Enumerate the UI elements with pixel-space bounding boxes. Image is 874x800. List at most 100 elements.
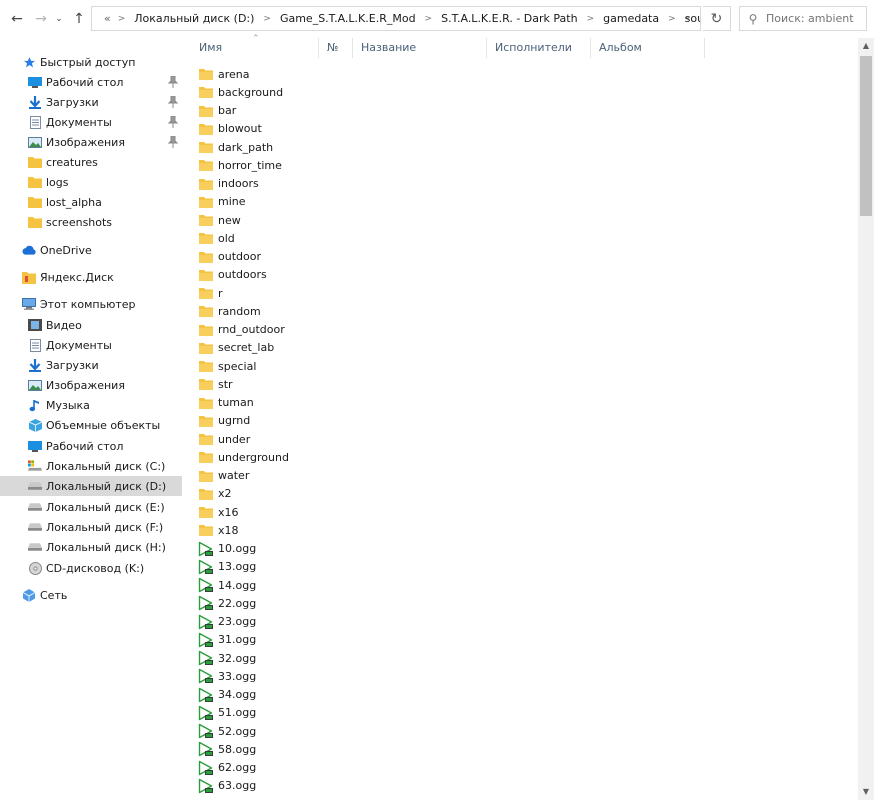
- file-row-folder[interactable]: blowout: [190, 120, 490, 138]
- nav-quick-access[interactable]: Быстрый доступ: [0, 52, 182, 72]
- recent-locations-button[interactable]: ⌄: [52, 9, 66, 29]
- column-name[interactable]: Имя: [190, 38, 318, 58]
- scrollbar-thumb[interactable]: [860, 56, 872, 216]
- nav-label: Музыка: [46, 398, 90, 412]
- nav-network[interactable]: Сеть: [0, 585, 182, 605]
- file-row-audio[interactable]: 62.ogg: [190, 759, 490, 777]
- nav-item-desktop[interactable]: Рабочий стол: [0, 72, 182, 92]
- file-row-folder[interactable]: secret_lab: [190, 339, 490, 357]
- file-row-audio[interactable]: 63.ogg: [190, 777, 490, 795]
- nav-item-drive-f[interactable]: Локальный диск (F:): [0, 517, 182, 537]
- nav-item-drive-h[interactable]: Локальный диск (H:): [0, 537, 182, 557]
- nav-item-documents[interactable]: Документы: [0, 112, 182, 132]
- file-row-folder[interactable]: x2: [190, 485, 490, 503]
- file-row-audio[interactable]: 10.ogg: [190, 540, 490, 558]
- search-input[interactable]: [766, 12, 862, 25]
- file-row-audio[interactable]: 34.ogg: [190, 686, 490, 704]
- breadcrumb-item[interactable]: Game_S.T.A.L.K.E.R_Mod: [279, 12, 417, 25]
- nav-item-music[interactable]: Музыка: [0, 395, 182, 415]
- file-row-folder[interactable]: background: [190, 83, 490, 101]
- file-row-audio[interactable]: 51.ogg: [190, 704, 490, 722]
- breadcrumb-item[interactable]: S.T.A.L.K.E.R. - Dark Path: [440, 12, 578, 25]
- file-row-folder[interactable]: arena: [190, 65, 490, 83]
- nav-item-logs[interactable]: logs: [0, 172, 182, 192]
- nav-item-screenshots[interactable]: screenshots: [0, 212, 182, 232]
- file-row-audio[interactable]: 32.ogg: [190, 649, 490, 667]
- nav-onedrive[interactable]: OneDrive: [0, 240, 182, 260]
- file-row-folder[interactable]: str: [190, 375, 490, 393]
- file-row-audio[interactable]: 31.ogg: [190, 631, 490, 649]
- file-row-audio[interactable]: 22.ogg: [190, 594, 490, 612]
- file-row-folder[interactable]: mine: [190, 193, 490, 211]
- nav-item-pc-pictures[interactable]: Изображения: [0, 375, 182, 395]
- file-row-folder[interactable]: indoors: [190, 175, 490, 193]
- file-row-audio[interactable]: 58.ogg: [190, 740, 490, 758]
- column-album[interactable]: Альбом: [590, 38, 704, 58]
- nav-item-pc-documents[interactable]: Документы: [0, 335, 182, 355]
- address-history-icon[interactable]: ⌄: [684, 11, 692, 22]
- nav-item-3d-objects[interactable]: Объемные объекты: [0, 415, 182, 435]
- nav-item-lost-alpha[interactable]: lost_alpha: [0, 192, 182, 212]
- refresh-button[interactable]: ↻: [703, 6, 731, 31]
- scroll-down-arrow-icon[interactable]: ▼: [858, 784, 874, 800]
- file-row-audio[interactable]: 23.ogg: [190, 613, 490, 631]
- audio-file-icon: [198, 741, 214, 757]
- column-title[interactable]: Название: [352, 38, 486, 58]
- breadcrumb-item[interactable]: gamedata: [602, 12, 660, 25]
- nav-this-pc[interactable]: Этот компьютер: [0, 294, 182, 314]
- nav-yandex-disk[interactable]: Яндекс.Диск: [0, 267, 182, 287]
- nav-item-drive-c[interactable]: Локальный диск (C:): [0, 456, 182, 476]
- file-row-folder[interactable]: old: [190, 229, 490, 247]
- column-divider[interactable]: [704, 38, 705, 58]
- file-row-folder[interactable]: under: [190, 430, 490, 448]
- pin-icon[interactable]: [168, 96, 178, 108]
- nav-item-pictures[interactable]: Изображения: [0, 132, 182, 152]
- nav-item-downloads[interactable]: Загрузки: [0, 92, 182, 112]
- file-row-folder[interactable]: horror_time: [190, 156, 490, 174]
- nav-item-pc-downloads[interactable]: Загрузки: [0, 355, 182, 375]
- nav-item-drive-e[interactable]: Локальный диск (E:): [0, 497, 182, 517]
- breadcrumb-separator[interactable]: >: [417, 14, 441, 24]
- file-row-folder[interactable]: x18: [190, 521, 490, 539]
- file-row-folder[interactable]: water: [190, 467, 490, 485]
- search-box[interactable]: ⚲: [739, 6, 867, 31]
- file-row-folder[interactable]: bar: [190, 102, 490, 120]
- file-row-folder[interactable]: random: [190, 302, 490, 320]
- file-row-folder[interactable]: new: [190, 211, 490, 229]
- breadcrumb-separator[interactable]: >: [660, 14, 684, 24]
- file-row-audio[interactable]: 52.ogg: [190, 722, 490, 740]
- breadcrumb-overflow[interactable]: «: [103, 12, 112, 25]
- pin-icon[interactable]: [168, 76, 178, 88]
- file-row-folder[interactable]: special: [190, 357, 490, 375]
- address-bar[interactable]: « > Локальный диск (D:) > Game_S.T.A.L.K…: [91, 6, 701, 31]
- back-button[interactable]: ←: [8, 9, 26, 29]
- file-row-folder[interactable]: r: [190, 284, 490, 302]
- file-row-folder[interactable]: outdoor: [190, 248, 490, 266]
- nav-item-creatures[interactable]: creatures: [0, 152, 182, 172]
- nav-item-cd-drive[interactable]: CD-дисковод (K:): [0, 558, 182, 578]
- pin-icon[interactable]: [168, 136, 178, 148]
- nav-item-videos[interactable]: Видео: [0, 315, 182, 335]
- breadcrumb-item[interactable]: Локальный диск (D:): [133, 12, 255, 25]
- nav-item-pc-desktop[interactable]: Рабочий стол: [0, 436, 182, 456]
- file-row-folder[interactable]: tuman: [190, 394, 490, 412]
- file-row-folder[interactable]: ugrnd: [190, 412, 490, 430]
- column-artists[interactable]: Исполнители: [486, 38, 590, 58]
- file-row-audio[interactable]: 14.ogg: [190, 576, 490, 594]
- file-row-folder[interactable]: rnd_outdoor: [190, 321, 490, 339]
- file-row-folder[interactable]: dark_path: [190, 138, 490, 156]
- file-row-folder[interactable]: underground: [190, 448, 490, 466]
- up-button[interactable]: ↑: [70, 9, 88, 29]
- file-row-folder[interactable]: x16: [190, 503, 490, 521]
- column-number[interactable]: №: [318, 38, 352, 58]
- file-row-folder[interactable]: outdoors: [190, 266, 490, 284]
- file-row-audio[interactable]: 13.ogg: [190, 558, 490, 576]
- scroll-up-arrow-icon[interactable]: ▲: [858, 38, 874, 54]
- pin-icon[interactable]: [168, 116, 178, 128]
- forward-button[interactable]: →: [32, 9, 50, 29]
- vertical-scrollbar[interactable]: ▲ ▼: [858, 38, 874, 800]
- file-row-audio[interactable]: 33.ogg: [190, 667, 490, 685]
- nav-item-drive-d[interactable]: Локальный диск (D:): [0, 476, 182, 496]
- breadcrumb-separator[interactable]: >: [579, 14, 603, 24]
- breadcrumb-separator[interactable]: >: [255, 14, 279, 24]
